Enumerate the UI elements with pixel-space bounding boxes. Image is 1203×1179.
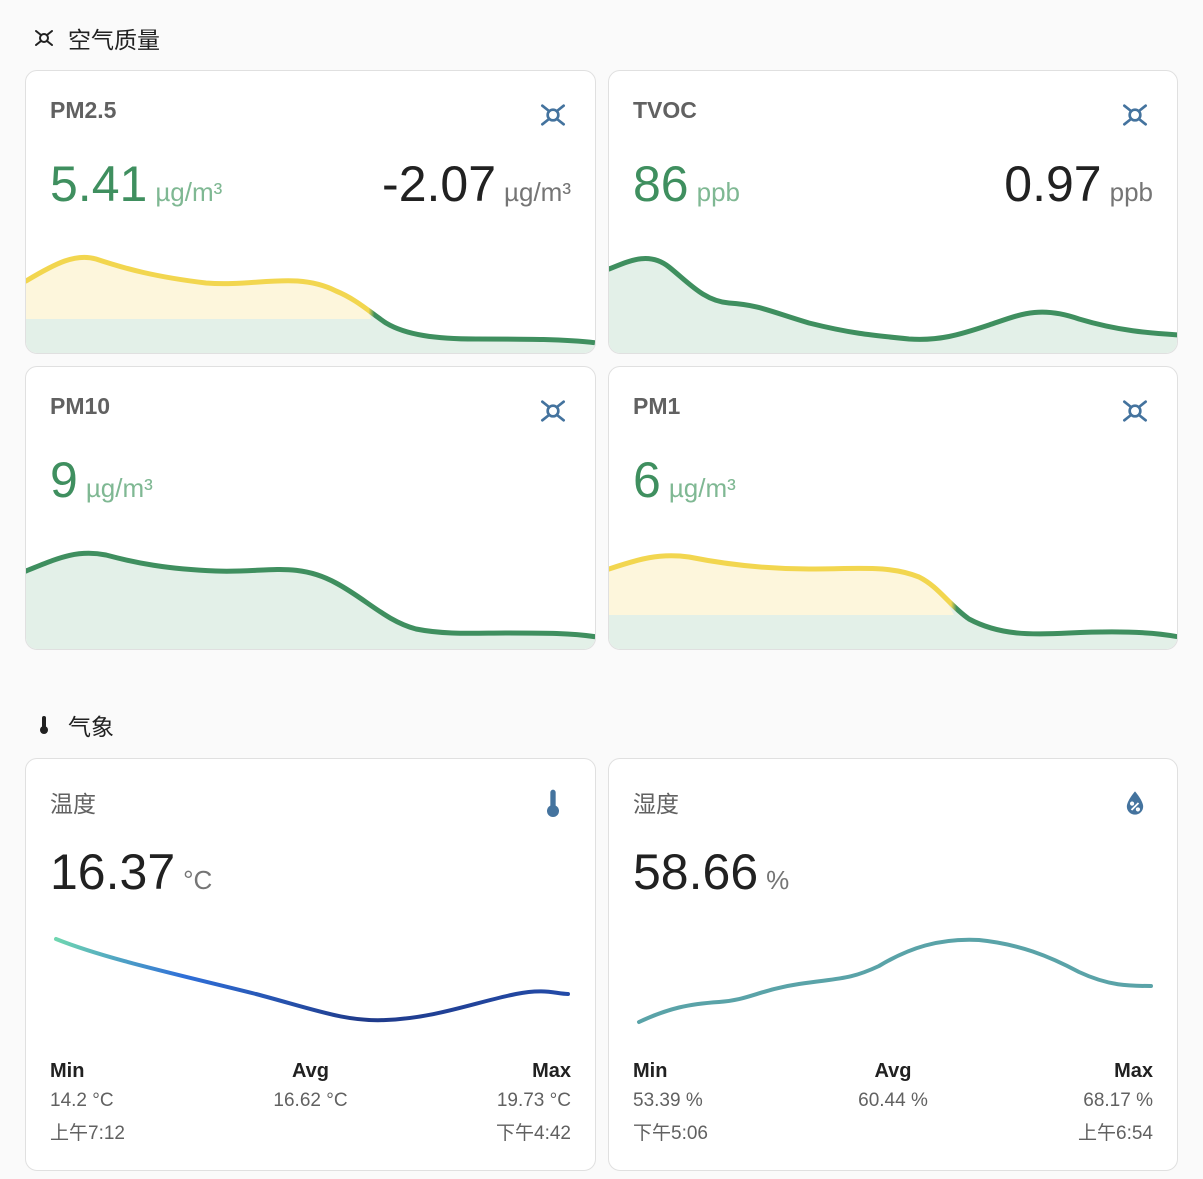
stat-label-max: Max xyxy=(1114,1059,1153,1082)
sensor-name: TVOC xyxy=(633,97,697,123)
sensor-unit: µg/m³ xyxy=(155,177,223,207)
stat-max-time: 下午4:42 xyxy=(496,1122,571,1144)
sensor-unit: °C xyxy=(183,865,213,895)
stat-min-time: 下午5:06 xyxy=(633,1122,708,1144)
stat-max-time: 上午6:54 xyxy=(1078,1122,1153,1144)
history-graph xyxy=(26,550,595,649)
sensor-change-unit: µg/m³ xyxy=(504,177,571,207)
stat-max-value: 19.73 °C xyxy=(496,1090,571,1111)
stat-min-time: 上午7:12 xyxy=(50,1122,125,1144)
sensor-value: 6 xyxy=(633,452,661,508)
history-graph xyxy=(26,254,595,353)
section-title: 空气质量 xyxy=(68,27,160,53)
air-filter-icon xyxy=(1117,97,1153,133)
stat-label-max: Max xyxy=(532,1059,571,1082)
sensor-value: 9 xyxy=(50,452,78,508)
sensor-card-pm25[interactable]: PM2.5 5.41 µg/m³ -2.07 µg/m³ xyxy=(25,70,596,354)
air-filter-icon xyxy=(1117,393,1153,429)
stat-max-value: 68.17 % xyxy=(1083,1090,1153,1111)
sensor-value: 86 xyxy=(633,156,689,212)
thermometer-icon xyxy=(32,713,56,737)
sensor-value: 58.66 xyxy=(633,844,759,900)
sensor-name: PM10 xyxy=(50,393,111,419)
sensor-card-tvoc[interactable]: TVOC 86 ppb 0.97 ppb xyxy=(608,70,1178,354)
sensor-card-pm10[interactable]: PM10 9 µg/m³ xyxy=(25,366,596,650)
sensor-name: PM1 xyxy=(633,393,681,419)
stat-label-min: Min xyxy=(633,1059,668,1082)
air-filter-icon xyxy=(535,97,571,133)
sensor-unit: µg/m³ xyxy=(668,473,736,503)
stat-min-value: 53.39 % xyxy=(633,1090,703,1111)
stats-table: Min Avg Max 53.39 % 60.44 % 68.17 % 下午5:… xyxy=(633,1056,1153,1146)
air-filter-icon xyxy=(32,26,56,50)
stat-label-avg: Avg xyxy=(874,1059,912,1082)
sensor-name: 温度 xyxy=(50,791,96,817)
history-graph xyxy=(609,256,1177,353)
stat-avg-value: 16.62 °C xyxy=(273,1090,348,1111)
sensor-value: 16.37 xyxy=(50,844,176,900)
sensor-unit: µg/m³ xyxy=(85,473,153,503)
thermometer-icon xyxy=(535,785,571,821)
stat-avg-value: 60.44 % xyxy=(858,1090,928,1111)
history-graph xyxy=(54,937,570,1023)
sensor-card-pm1[interactable]: PM1 6 µg/m³ xyxy=(608,366,1178,650)
sensor-card-humidity[interactable]: 湿度 58.66 % Min Avg Max 53.39 % 60.44 % 6… xyxy=(608,758,1178,1171)
stat-label-min: Min xyxy=(50,1059,85,1082)
section-header-weather: 气象 xyxy=(32,709,114,741)
sensor-card-temperature[interactable]: 温度 16.37 °C Min Avg Max 14.2 °C 16.62 °C… xyxy=(25,758,596,1171)
section-header-air-quality: 空气质量 xyxy=(32,22,160,54)
stats-table: Min Avg Max 14.2 °C 16.62 °C 19.73 °C 上午… xyxy=(50,1056,571,1146)
sensor-change-value: 0.97 xyxy=(1004,156,1102,212)
sensor-value: 5.41 xyxy=(50,156,148,212)
sensor-unit: ppb xyxy=(696,177,741,207)
sensor-unit: % xyxy=(766,865,790,895)
section-title: 气象 xyxy=(68,714,114,740)
stat-min-value: 14.2 °C xyxy=(50,1090,114,1111)
history-graph xyxy=(609,553,1177,649)
air-filter-icon xyxy=(535,393,571,429)
sensor-change-value: -2.07 xyxy=(382,156,497,212)
sensor-change-unit: ppb xyxy=(1109,177,1153,207)
water-percent-icon xyxy=(1117,785,1153,821)
sensor-name: PM2.5 xyxy=(50,97,117,123)
sensor-name: 湿度 xyxy=(633,791,679,817)
stat-label-avg: Avg xyxy=(291,1059,330,1082)
history-graph xyxy=(637,937,1153,1024)
